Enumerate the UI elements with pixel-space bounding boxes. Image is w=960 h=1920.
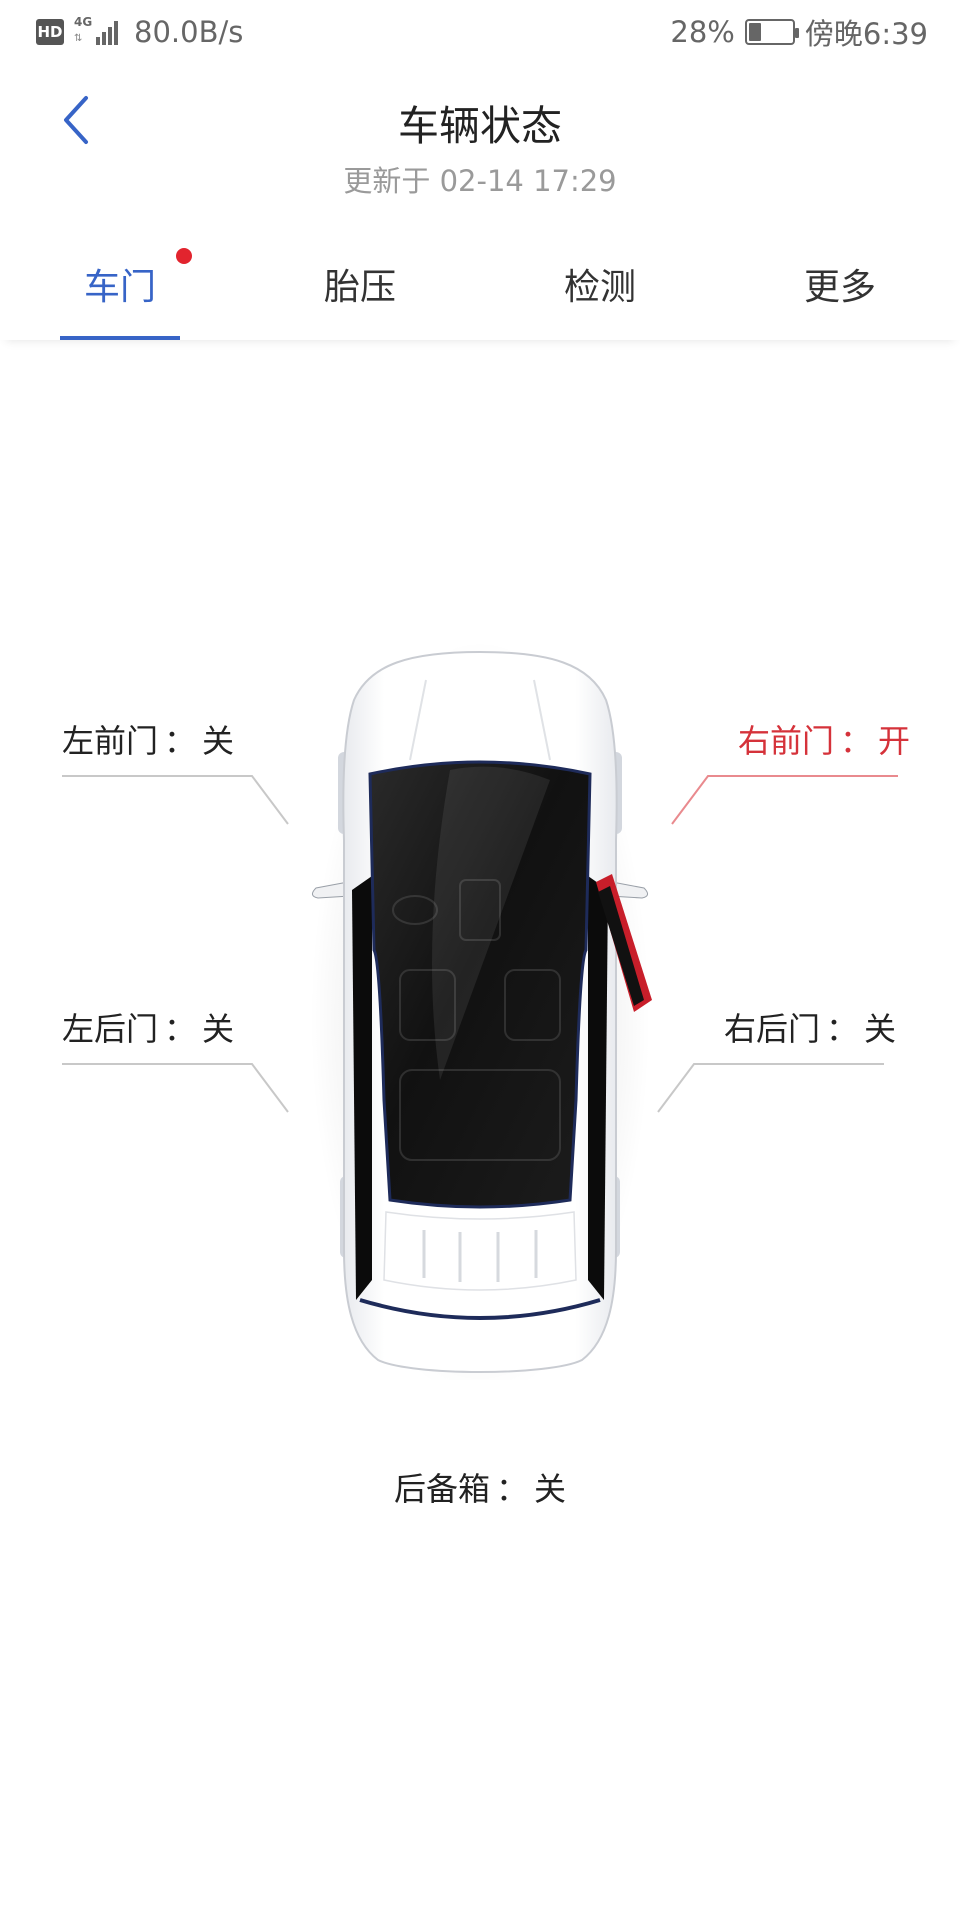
door-state: 关 (534, 1470, 567, 1508)
trunk-status: 后备箱：关 (0, 1464, 960, 1510)
active-tab-indicator (60, 336, 180, 340)
network-speed: 80.0B/s (134, 15, 244, 49)
tab-tire-pressure[interactable]: 胎压 (260, 232, 460, 336)
battery-icon (744, 19, 799, 45)
door-state: 开 (878, 722, 911, 760)
right-rear-leader (657, 1063, 884, 1113)
door-state: 关 (202, 1010, 235, 1048)
data-arrows-icon: ⇅ (74, 33, 83, 44)
left-rear-leader (62, 1063, 289, 1113)
door-name: 后备箱 (393, 1470, 490, 1508)
hd-icon: HD (36, 19, 64, 45)
clock: 傍晚6:39 (804, 17, 928, 51)
battery-percent: 28% (670, 15, 735, 49)
door-name: 右后门 (724, 1010, 821, 1048)
network-type-label: 4G (74, 15, 93, 29)
right-rear-door-status: 右后门：关 (724, 1004, 896, 1050)
separator: ： (826, 1010, 859, 1048)
tab-label: 检测 (563, 267, 636, 308)
page-title: 车辆状态 (398, 102, 562, 150)
separator: ： (164, 722, 197, 760)
right-front-leader (671, 775, 898, 825)
door-state: 关 (202, 722, 235, 760)
separator: ： (495, 1470, 528, 1508)
car-top-view-image (310, 640, 652, 1380)
last-updated: 更新于 02-14 17:29 (343, 164, 617, 198)
door-name: 左后门 (62, 1010, 159, 1048)
status-bar-right: 28% 傍晚6:39 (670, 12, 928, 52)
battery-level-fill (748, 23, 761, 41)
left-front-leader (62, 775, 289, 825)
tab-diagnostics[interactable]: 检测 (500, 232, 700, 336)
tab-label: 更多 (803, 267, 876, 308)
separator: ： (164, 1010, 197, 1048)
left-rear-door-status: 左后门：关 (62, 1004, 234, 1050)
cellular-signal-icon: 4G ⇅ (74, 15, 124, 47)
separator: ： (840, 722, 873, 760)
right-front-door-status: 右前门：开 (738, 716, 910, 762)
tab-bar: 车门 胎压 检测 更多 (0, 232, 960, 340)
signal-bars-icon (96, 21, 118, 45)
tab-more[interactable]: 更多 (740, 232, 940, 336)
tab-label: 车门 (83, 267, 156, 308)
door-name: 左前门 (62, 722, 159, 760)
rear-hatch (383, 1211, 577, 1291)
door-name: 右前门 (738, 722, 835, 760)
door-state: 关 (864, 1010, 897, 1048)
status-bar-left: HD 4G ⇅ 80.0B/s (36, 12, 243, 52)
left-front-door-status: 左前门：关 (62, 716, 234, 762)
notification-dot (176, 248, 192, 264)
tab-doors[interactable]: 车门 (20, 232, 220, 336)
status-bar: HD 4G ⇅ 80.0B/s 28% 傍晚6:39 (0, 0, 960, 66)
tab-label: 胎压 (323, 267, 396, 308)
